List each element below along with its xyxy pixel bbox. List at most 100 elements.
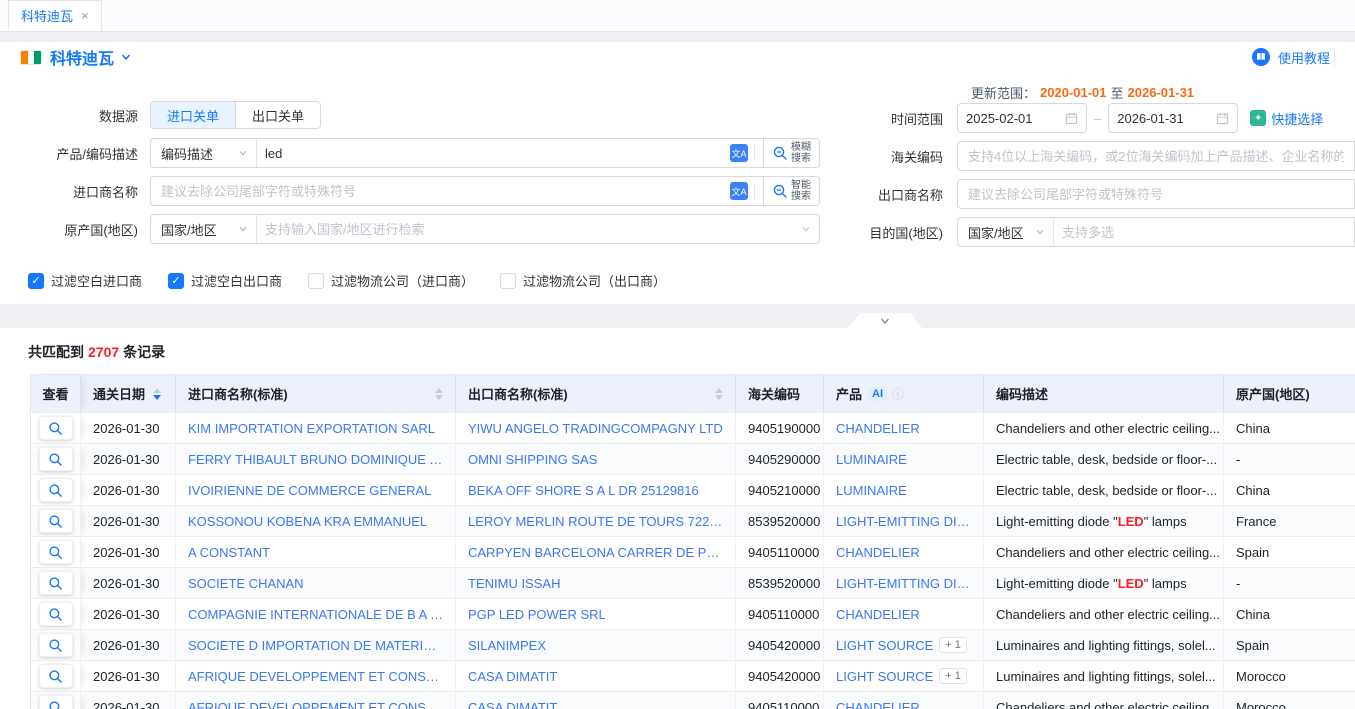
exporter-link[interactable]: TENIMU ISSAH	[468, 576, 560, 591]
view-detail-button[interactable]	[39, 509, 73, 533]
sort-icon[interactable]	[153, 388, 161, 400]
origin-country-cell: China	[1224, 475, 1355, 505]
destination-country-select[interactable]: 国家/地区	[958, 218, 1054, 246]
product-link[interactable]: LUMINAIRE	[836, 483, 907, 498]
importer-link[interactable]: AFRIQUE DEVELOPPEMENT ET CONSTRUCT...	[188, 669, 443, 684]
origin-country-select[interactable]: 国家/地区	[151, 215, 257, 243]
checkbox-unchecked-icon[interactable]	[308, 273, 324, 289]
importer-link[interactable]: SOCIETE CHANAN	[188, 576, 304, 591]
exporter-link[interactable]: LEROY MERLIN ROUTE DE TOURS 72230 M	[468, 514, 723, 529]
view-detail-button[interactable]	[39, 540, 73, 564]
exporter-link[interactable]: CARPYEN BARCELONA CARRER DE PERE IV	[468, 545, 723, 560]
importer-cell: AFRIQUE DEVELOPPEMENT ET CONSTRUCT...	[176, 692, 456, 709]
view-detail-button[interactable]	[39, 633, 73, 657]
checkbox-unchecked-icon[interactable]	[500, 273, 516, 289]
product-link[interactable]: CHANDELIER	[836, 700, 920, 709]
exporter-name-input[interactable]	[968, 187, 1344, 202]
start-date-picker[interactable]: 2025-02-01	[957, 103, 1087, 133]
origin-country-cell: China	[1224, 413, 1355, 443]
product-link[interactable]: CHANDELIER	[836, 545, 920, 560]
filter-checkbox[interactable]: ✓过滤空白出口商	[168, 271, 282, 290]
results-table: 查看 通关日期 进口商名称(标准) 出口商名称(标准) 海关编码 产品 AI ⓘ…	[30, 374, 1355, 709]
product-desc-select[interactable]: 编码描述	[151, 139, 257, 167]
translate-icon[interactable]: 文A	[730, 182, 748, 200]
view-detail-button[interactable]	[39, 571, 73, 595]
chevron-down-icon[interactable]	[120, 51, 132, 63]
exporter-link[interactable]: CASA DIMATIT	[468, 700, 557, 709]
product-link[interactable]: CHANDELIER	[836, 421, 920, 436]
quick-select-button[interactable]: ✦ 快捷选择	[1250, 109, 1323, 128]
view-detail-button[interactable]	[39, 447, 73, 471]
smart-search-button[interactable]: 智能搜索	[763, 177, 819, 205]
exporter-link[interactable]: SILANIMPEX	[468, 638, 546, 653]
export-declarations-option[interactable]: 出口关单	[235, 102, 320, 128]
origin-country-input[interactable]	[257, 215, 801, 243]
filter-checkbox[interactable]: ✓过滤空白进口商	[28, 271, 142, 290]
importer-link[interactable]: AFRIQUE DEVELOPPEMENT ET CONSTRUCT...	[188, 700, 443, 709]
hs-code-cell: 9405110000	[736, 599, 824, 629]
table-row: 2026-01-30COMPAGNIE INTERNATIONALE DE B …	[31, 598, 1355, 629]
table-row: 2026-01-30SOCIETE CHANANTENIMU ISSAH8539…	[31, 567, 1355, 598]
importer-link[interactable]: KIM IMPORTATION EXPORTATION SARL	[188, 421, 435, 436]
column-header-importer[interactable]: 进口商名称(标准)	[176, 375, 456, 412]
product-more-badge[interactable]: + 1	[939, 668, 967, 684]
view-detail-button[interactable]	[39, 664, 73, 688]
sort-icon[interactable]	[435, 388, 443, 400]
product-link[interactable]: CHANDELIER	[836, 607, 920, 622]
column-header-exporter[interactable]: 出口商名称(标准)	[456, 375, 736, 412]
importer-link[interactable]: SOCIETE D IMPORTATION DE MATERIAUX E...	[188, 638, 443, 653]
product-link[interactable]: LUMINAIRE	[836, 452, 907, 467]
filter-checkbox[interactable]: 过滤物流公司（进口商）	[308, 271, 474, 290]
importer-link[interactable]: A CONSTANT	[188, 545, 270, 560]
sort-icon[interactable]	[715, 388, 723, 400]
filter-checkbox[interactable]: 过滤物流公司（出口商）	[500, 271, 666, 290]
tutorial-link[interactable]: 使用教程	[1278, 48, 1330, 67]
filter-checkbox-row: ✓过滤空白进口商 ✓过滤空白出口商 过滤物流公司（进口商） 过滤物流公司（出口商）	[28, 271, 1355, 290]
exporter-link[interactable]: CASA DIMATIT	[468, 669, 557, 684]
product-link[interactable]: LIGHT-EMITTING DIODE	[836, 514, 971, 529]
importer-link[interactable]: KOSSONOU KOBENA KRA EMMANUEL	[188, 514, 427, 529]
product-link[interactable]: LIGHT SOURCE	[836, 669, 933, 684]
exporter-link[interactable]: PGP LED POWER SRL	[468, 607, 606, 622]
code-desc-cell: Electric table, desk, bedside or floor-.…	[984, 444, 1224, 474]
translate-icon[interactable]: 文A	[730, 144, 748, 162]
close-icon[interactable]: ×	[81, 9, 89, 22]
exporter-link[interactable]: BEKA OFF SHORE S A L DR 25129816	[468, 483, 699, 498]
product-link[interactable]: LIGHT SOURCE	[836, 638, 933, 653]
importer-link[interactable]: COMPAGNIE INTERNATIONALE DE B A T E R	[188, 607, 443, 622]
import-declarations-option[interactable]: 进口关单	[151, 102, 235, 128]
result-count-number: 2707	[88, 344, 119, 360]
view-detail-button[interactable]	[39, 695, 73, 709]
product-desc-input[interactable]	[257, 139, 730, 167]
checkbox-checked-icon[interactable]: ✓	[168, 273, 184, 289]
fuzzy-search-button[interactable]: 模糊搜索	[763, 139, 819, 167]
info-circle-icon[interactable]: ⓘ	[892, 385, 904, 402]
product-more-badge[interactable]: + 1	[939, 637, 967, 653]
importer-link[interactable]: IVOIRIENNE DE COMMERCE GENERAL	[188, 483, 431, 498]
tab-cote-divoire[interactable]: 科特迪瓦 ×	[8, 0, 102, 31]
end-date-picker[interactable]: 2026-01-31	[1108, 103, 1238, 133]
destination-country-input[interactable]	[1054, 218, 1354, 246]
hs-code-input[interactable]	[968, 149, 1344, 164]
view-detail-button[interactable]	[39, 478, 73, 502]
table-body: 2026-01-30KIM IMPORTATION EXPORTATION SA…	[31, 412, 1355, 709]
table-row: 2026-01-30IVOIRIENNE DE COMMERCE GENERAL…	[31, 474, 1355, 505]
exporter-link[interactable]: OMNI SHIPPING SAS	[468, 452, 597, 467]
product-cell: CHANDELIER	[824, 537, 984, 567]
importer-name-input[interactable]	[151, 177, 730, 205]
column-header-origin: 原产国(地区)	[1224, 375, 1355, 412]
collapse-filter-handle[interactable]	[848, 313, 922, 328]
importer-link[interactable]: FERRY THIBAULT BRUNO DOMINIQUE THO...	[188, 452, 443, 467]
hs-code-cell: 9405110000	[736, 537, 824, 567]
exporter-cell: TENIMU ISSAH	[456, 568, 736, 598]
exporter-link[interactable]: YIWU ANGELO TRADINGCOMPAGNY LTD	[468, 421, 723, 436]
exporter-cell: SILANIMPEX	[456, 630, 736, 660]
view-detail-button[interactable]	[39, 602, 73, 626]
column-header-date[interactable]: 通关日期	[81, 375, 176, 412]
product-link[interactable]: LIGHT-EMITTING DIODE	[836, 576, 971, 591]
view-detail-button[interactable]	[39, 416, 73, 440]
origin-country-cell: Spain	[1224, 537, 1355, 567]
quick-select-icon: ✦	[1250, 110, 1266, 126]
checkbox-checked-icon[interactable]: ✓	[28, 273, 44, 289]
code-desc-cell: Light-emitting diode "LED" lamps	[984, 506, 1224, 536]
